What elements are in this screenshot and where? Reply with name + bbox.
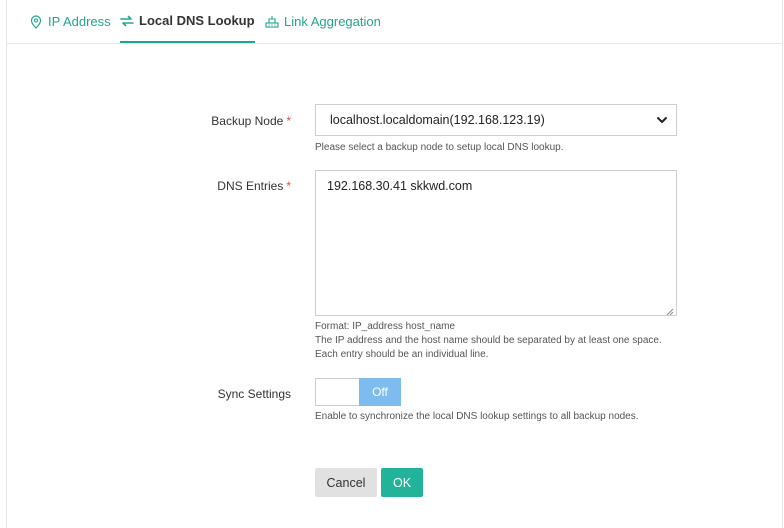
sync-settings-hint: Enable to synchronize the local DNS look…	[315, 411, 639, 422]
tab-ip-address[interactable]: IP Address	[29, 0, 111, 43]
tab-local-dns-lookup[interactable]: Local DNS Lookup	[120, 0, 255, 43]
dns-separator-hint: The IP address and the host name should …	[315, 335, 662, 346]
required-mark: *	[286, 179, 291, 193]
tab-label: Local DNS Lookup	[139, 13, 255, 28]
location-pin-icon	[29, 14, 43, 29]
backup-node-label-text: Backup Node	[211, 114, 284, 128]
dns-entries-label: DNS Entries *	[91, 179, 291, 193]
swap-arrows-icon	[120, 14, 134, 28]
tab-label: Link Aggregation	[284, 14, 381, 29]
tab-link-aggregation[interactable]: Link Aggregation	[265, 0, 381, 43]
dns-entries-value: 192.168.30.41 skkwd.com	[327, 179, 473, 193]
cancel-button[interactable]: Cancel	[315, 468, 377, 497]
tab-label: IP Address	[48, 14, 111, 29]
chevron-down-icon	[656, 114, 668, 126]
dns-entries-textarea[interactable]: 192.168.30.41 skkwd.com	[315, 170, 677, 316]
backup-node-label: Backup Node *	[91, 114, 291, 128]
dns-line-hint: Each entry should be an individual line.	[315, 349, 489, 360]
sync-settings-label: Sync Settings	[91, 387, 291, 401]
dns-entries-label-text: DNS Entries	[217, 179, 284, 193]
sync-settings-toggle[interactable]: Off	[315, 378, 401, 406]
toggle-knob	[315, 378, 359, 406]
tab-bar: IP Address Local DNS Lookup Link Aggrega…	[6, 0, 783, 44]
backup-node-hint: Please select a backup node to setup loc…	[315, 142, 564, 153]
ok-button[interactable]: OK	[381, 468, 423, 497]
toggle-state-label: Off	[359, 378, 401, 406]
backup-node-value: localhost.localdomain(192.168.123.19)	[330, 113, 545, 127]
required-mark: *	[286, 114, 291, 128]
backup-node-select[interactable]: localhost.localdomain(192.168.123.19)	[315, 104, 677, 136]
network-link-icon	[265, 15, 279, 29]
dns-format-hint: Format: IP_address host_name	[315, 321, 456, 332]
sync-settings-label-text: Sync Settings	[217, 387, 291, 401]
resize-grip-icon[interactable]	[666, 305, 674, 316]
